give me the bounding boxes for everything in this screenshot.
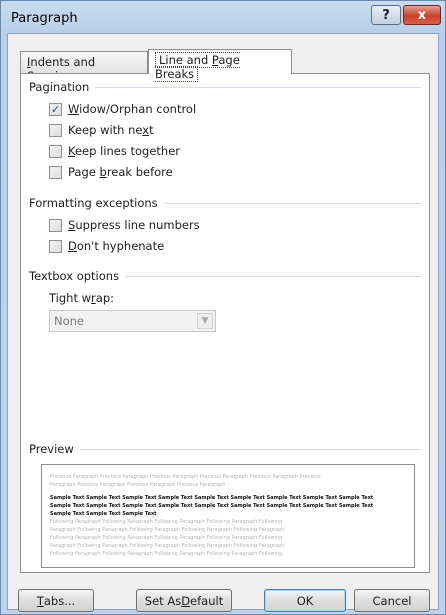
chevron-down-icon[interactable]: ▼ [197, 313, 213, 329]
textbox-options-heading: Textbox options [29, 269, 120, 283]
preview-following-line: Following Paragraph Following Paragraph … [50, 535, 283, 541]
checkbox-icon [49, 123, 62, 137]
checkbox-icon [49, 165, 62, 179]
divider [95, 86, 421, 88]
preview-heading: Preview [29, 442, 74, 456]
page-break-before-checkbox[interactable]: Page break before [49, 164, 173, 180]
preview-sample-line: Sample Text Sample Text Sample Text [50, 511, 157, 517]
preview-following-line: Paragraph Following Paragraph Following … [50, 527, 285, 533]
suppress-line-numbers-label: Suppress line numbers [68, 218, 200, 232]
dont-hyphenate-checkbox[interactable]: Don't hyphenate [49, 238, 164, 254]
widow-orphan-checkbox[interactable]: ✓ Widow/Orphan control [49, 101, 196, 117]
dialog-title: Paragraph [11, 11, 78, 26]
title-bar: Paragraph ? x [1, 1, 445, 35]
tabs-button[interactable]: Tabs... [18, 589, 94, 612]
preview-sample-line: Sample Text Sample Text Sample Text Samp… [50, 495, 374, 501]
checkbox-icon [49, 218, 62, 232]
tab-line-and-page-breaks[interactable]: Line and Page Breaks [148, 49, 292, 82]
pagination-group-header: Pagination [29, 80, 421, 94]
preview-following-line: Paragraph Following Paragraph Following … [50, 543, 285, 549]
cancel-button[interactable]: Cancel [354, 589, 430, 612]
checkbox-icon [49, 144, 62, 158]
keep-lines-together-label: Keep lines together [68, 144, 180, 158]
paragraph-dialog: Paragraph ? x Indents and Spacing Line a… [0, 0, 446, 615]
checkbox-icon [49, 239, 62, 253]
preview-box: Previous Paragraph Previous Paragraph Pr… [41, 464, 415, 568]
tight-wrap-value: None [54, 314, 85, 328]
checkmark-icon: ✓ [49, 102, 62, 116]
tab-panel: Pagination ✓ Widow/Orphan control Keep w… [20, 73, 430, 573]
preview-following-line: Following Paragraph Following Paragraph … [50, 551, 283, 557]
widow-orphan-label: Widow/Orphan control [68, 102, 197, 116]
tight-wrap-label: Tight wrap: [49, 291, 114, 305]
divider [163, 202, 421, 204]
keep-lines-together-checkbox[interactable]: Keep lines together [49, 143, 180, 159]
page-break-before-label: Page break before [68, 165, 173, 179]
suppress-line-numbers-checkbox[interactable]: Suppress line numbers [49, 217, 200, 233]
keep-with-next-label: Keep with next [68, 123, 154, 137]
preview-previous-line: Previous Paragraph Previous Paragraph Pr… [50, 474, 321, 480]
help-button[interactable]: ? [371, 5, 401, 25]
preview-group-header: Preview [29, 442, 421, 456]
preview-following-line: Following Paragraph Following Paragraph … [50, 519, 283, 525]
pagination-heading: Pagination [29, 80, 90, 94]
tight-wrap-select[interactable]: None ▼ [49, 310, 216, 332]
dialog-client: Indents and Spacing Line and Page Breaks… [7, 33, 439, 612]
close-icon: x [417, 7, 427, 23]
formatting-exceptions-group-header: Formatting exceptions [29, 196, 421, 210]
preview-previous-line: Paragraph Previous Paragraph Previous Pa… [50, 482, 226, 488]
ok-button[interactable]: OK [264, 589, 346, 612]
set-as-default-button[interactable]: Set As Default [136, 589, 232, 612]
formatting-exceptions-heading: Formatting exceptions [29, 196, 158, 210]
dont-hyphenate-label: Don't hyphenate [68, 239, 165, 253]
help-icon: ? [382, 7, 390, 23]
close-button[interactable]: x [403, 5, 441, 25]
keep-with-next-checkbox[interactable]: Keep with next [49, 122, 154, 138]
divider [79, 448, 421, 450]
divider [125, 275, 421, 277]
preview-sample-line: Sample Text Sample Text Sample Text Samp… [50, 503, 374, 509]
textbox-options-group-header: Textbox options [29, 269, 421, 283]
tab-indents-and-spacing[interactable]: Indents and Spacing [20, 51, 148, 83]
